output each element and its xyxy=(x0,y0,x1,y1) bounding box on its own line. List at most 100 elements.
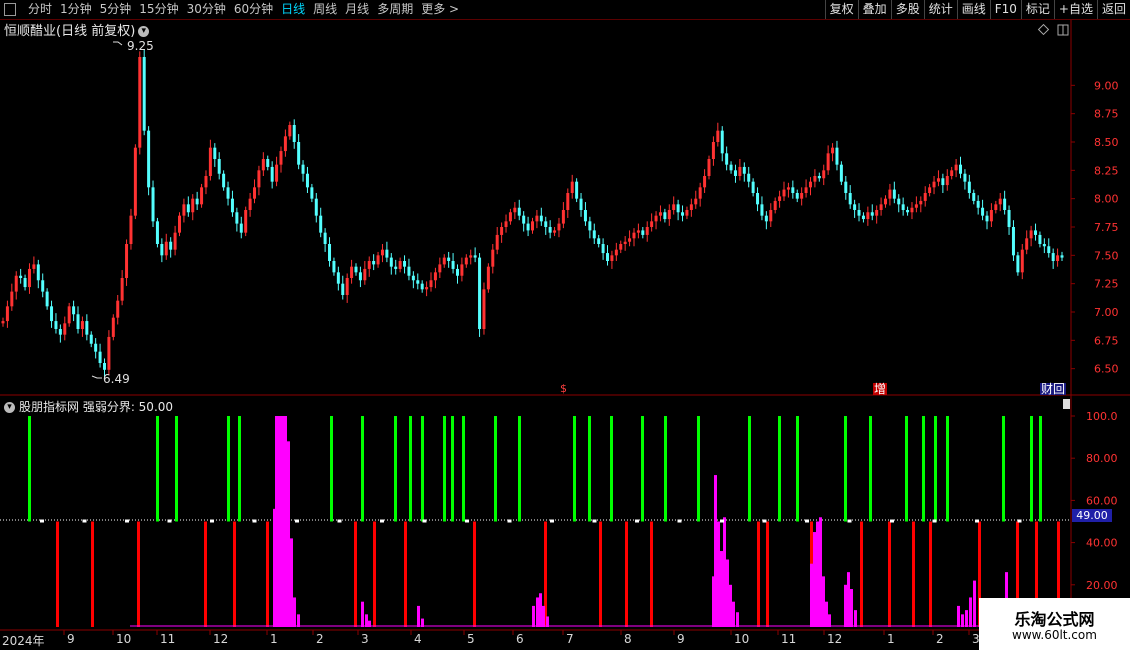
candle-body xyxy=(341,283,345,295)
candle-body xyxy=(173,232,177,250)
candle-body xyxy=(204,176,208,188)
kline-chart[interactable]: 9.00 8.75 8.50 8.25 8.00 7.75 7.50 7.25 7.00 6.75… xyxy=(0,0,1130,650)
candle-body xyxy=(725,153,729,165)
candle-body xyxy=(967,181,971,193)
candle-body xyxy=(345,278,349,295)
candle-body xyxy=(747,173,751,182)
candle-body xyxy=(133,147,137,216)
event-tag-1[interactable]: $ xyxy=(560,383,567,395)
threshold-marker xyxy=(592,519,597,523)
period-tab[interactable]: 更多 > xyxy=(421,1,459,18)
toolbar-action-button[interactable]: 叠加 xyxy=(857,0,891,19)
candle-body xyxy=(954,164,958,171)
ind-scroll-handle[interactable] xyxy=(1063,399,1070,409)
bear-signal-bar xyxy=(860,521,863,627)
indicator-value-box: 49.00 xyxy=(1072,509,1112,522)
candle-body xyxy=(994,204,998,210)
candle-body xyxy=(658,212,662,216)
x-tick-label: 10 xyxy=(734,632,749,646)
volume-spike xyxy=(973,580,976,627)
candle-body xyxy=(292,125,296,142)
candle-body xyxy=(283,136,287,152)
candle-body xyxy=(279,151,283,165)
bull-signal-bar xyxy=(641,416,644,522)
candle-body xyxy=(213,147,217,159)
volume-spike xyxy=(844,584,847,627)
menu-square-icon[interactable] xyxy=(4,3,16,16)
period-tab[interactable]: 5分钟 xyxy=(100,1,132,18)
candle-body xyxy=(791,187,795,193)
period-tab[interactable]: 分时 xyxy=(28,1,52,18)
candle-body xyxy=(822,170,826,179)
volume-spike xyxy=(847,572,850,627)
bull-signal-bar xyxy=(796,416,799,522)
toolbar-action-button[interactable]: +自选 xyxy=(1053,0,1097,19)
bear-signal-bar xyxy=(599,521,602,627)
chevron-down-icon[interactable]: ▾ xyxy=(4,402,15,413)
stock-title[interactable]: 恒顺醋业(日线 前复权) xyxy=(4,24,135,39)
period-tab[interactable]: 60分钟 xyxy=(234,1,273,18)
candle-body xyxy=(111,317,115,337)
bull-signal-bar xyxy=(1039,416,1042,522)
toolbar-action-button[interactable]: 返回 xyxy=(1096,0,1130,19)
period-tab[interactable]: 月线 xyxy=(345,1,369,18)
candle-body xyxy=(323,232,327,244)
threshold-marker xyxy=(975,519,979,523)
bull-signal-bar xyxy=(905,416,908,522)
period-tab[interactable]: 15分钟 xyxy=(139,1,178,18)
period-tab[interactable]: 30分钟 xyxy=(187,1,226,18)
candle-body xyxy=(959,164,963,174)
candle-body xyxy=(1029,230,1033,239)
indicator-title[interactable]: 股朋指标网 强弱分界: 50.00 xyxy=(19,400,173,414)
event-tag-3[interactable]: 财回 xyxy=(1040,383,1067,395)
threshold-marker xyxy=(422,519,427,523)
candle-body xyxy=(561,210,565,224)
candle-body xyxy=(928,187,932,193)
candle-body xyxy=(544,221,548,227)
candle-body xyxy=(601,244,605,254)
bear-signal-bar xyxy=(650,521,653,627)
candle-body xyxy=(195,198,199,205)
candle-body xyxy=(795,193,799,199)
candle-body xyxy=(416,280,420,284)
toolbar-action-button[interactable]: 统计 xyxy=(923,0,957,19)
toolbar-action-button[interactable]: 复权 xyxy=(824,0,858,19)
toolbar: 分时 1分钟 5分钟 15分钟 30分钟 60分钟 日线 周线 月线 多周期 更多 > 复权 叠加 多股… xyxy=(0,0,1130,20)
toolbar-action-button[interactable]: F10 xyxy=(989,0,1021,19)
x-tick-label: 10 xyxy=(116,632,131,646)
candle-body xyxy=(36,264,40,281)
candle-body xyxy=(160,244,164,256)
candle-body xyxy=(10,291,14,307)
bull-signal-bar xyxy=(588,416,591,522)
candle-body xyxy=(756,193,760,205)
candle-body xyxy=(751,181,755,193)
candle-body xyxy=(226,187,230,199)
x-tick-label: 9 xyxy=(67,632,75,646)
candle-body xyxy=(672,204,676,210)
period-tab[interactable]: 多周期 xyxy=(377,1,413,18)
event-tag-2[interactable]: 增 xyxy=(873,383,888,395)
chevron-down-icon[interactable]: ▾ xyxy=(138,26,150,37)
toolbar-action-button[interactable]: 标记 xyxy=(1020,0,1054,19)
bear-signal-bar xyxy=(473,521,476,627)
toolbar-action-button[interactable]: 画线 xyxy=(956,0,990,19)
candle-body xyxy=(972,193,976,201)
volume-spike xyxy=(957,605,960,627)
period-tab[interactable]: 日线 xyxy=(281,1,305,18)
candle-body xyxy=(27,268,31,288)
candle-body xyxy=(923,193,927,201)
period-tab[interactable]: 1分钟 xyxy=(60,1,92,18)
toolbar-action-button[interactable]: 多股 xyxy=(890,0,924,19)
candle-body xyxy=(332,261,336,273)
candle-body xyxy=(870,212,874,216)
period-tab[interactable]: 周线 xyxy=(313,1,337,18)
indicator-tick-label: 40.00 xyxy=(1086,537,1118,550)
candle-body xyxy=(94,343,98,352)
candle-body xyxy=(208,147,212,176)
candle-body xyxy=(738,166,742,176)
candle-body xyxy=(548,227,552,233)
candle-body xyxy=(592,230,596,239)
volume-spike xyxy=(961,614,964,627)
volume-spike xyxy=(736,612,739,627)
candle-body xyxy=(1,321,5,324)
